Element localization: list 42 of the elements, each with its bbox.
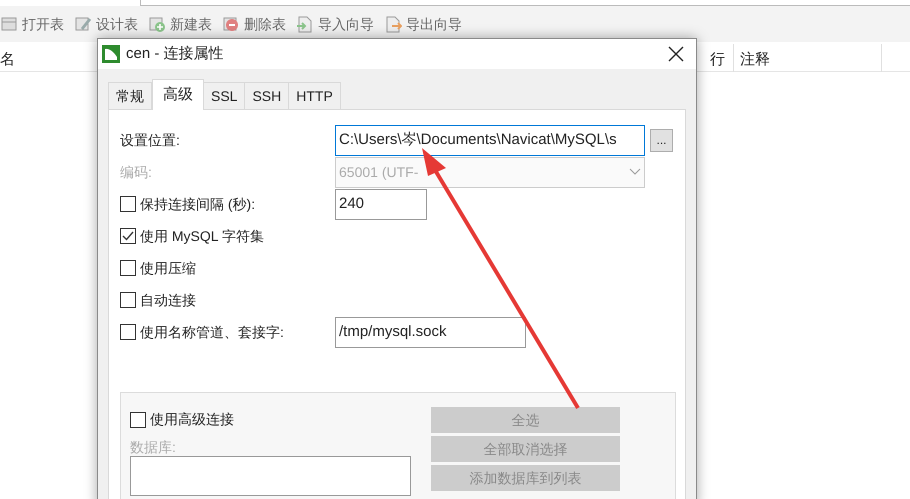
field-label: 数据库: — [130, 438, 176, 457]
pencil-table-icon — [74, 15, 92, 33]
toolbar-button[interactable]: 导出向导 — [384, 14, 462, 34]
column-header[interactable]: 注释 — [740, 49, 770, 72]
toolbar-button[interactable]: 打开表 — [0, 14, 64, 34]
checkbox[interactable] — [120, 324, 136, 340]
plus-table-icon — [148, 15, 166, 33]
close-icon — [668, 46, 684, 62]
text-input-field[interactable]: 240 — [335, 188, 427, 220]
checkbox-label: 自动连接 — [140, 290, 196, 310]
toolbar-button[interactable]: 删除表 — [222, 14, 286, 34]
checkbox[interactable] — [120, 196, 136, 212]
path-input-field[interactable]: C:\Users\岑\Documents\Navicat\MySQL\s — [335, 124, 645, 156]
browse-button[interactable]: ... — [650, 128, 673, 152]
toolbar-button[interactable]: 导入向导 — [296, 14, 374, 34]
document-arrow-icon — [384, 15, 402, 33]
checkbox-label: 使用 MySQL 字符集 — [140, 226, 264, 246]
minus-table-icon — [222, 15, 240, 33]
checkbox-label: 保持连接间隔 (秒): — [140, 194, 256, 214]
field-label: 编码: — [120, 162, 153, 182]
dialog-title: cen - 连接属性 — [126, 44, 224, 64]
tab[interactable]: HTTP — [288, 82, 341, 109]
app-logo-icon — [102, 45, 120, 63]
column-header[interactable]: 名 — [0, 49, 15, 72]
tab[interactable]: 高级 — [152, 79, 204, 110]
document-arrow-icon — [296, 15, 314, 33]
toolbar-button[interactable]: 设计表 — [74, 14, 138, 34]
tab[interactable]: 常规 — [108, 82, 152, 109]
checkbox[interactable] — [120, 260, 136, 276]
checkbox-label: 使用名称管道、套接字: — [140, 322, 284, 342]
toolbar-button[interactable]: 新建表 — [148, 14, 212, 34]
chevron-down-icon — [629, 168, 641, 176]
column-header[interactable]: 行 — [710, 49, 725, 72]
checkbox-label: 使用压缩 — [140, 258, 196, 278]
text-input-field[interactable]: /tmp/mysql.sock — [335, 316, 526, 348]
table-icon — [0, 15, 18, 33]
checkbox-label: 使用高级连接 — [150, 410, 234, 429]
database-list[interactable] — [130, 456, 411, 496]
checkbox[interactable] — [120, 292, 136, 308]
checkbox[interactable] — [120, 228, 136, 244]
checkbox[interactable] — [130, 412, 146, 428]
field-label: 设置位置: — [120, 130, 181, 150]
